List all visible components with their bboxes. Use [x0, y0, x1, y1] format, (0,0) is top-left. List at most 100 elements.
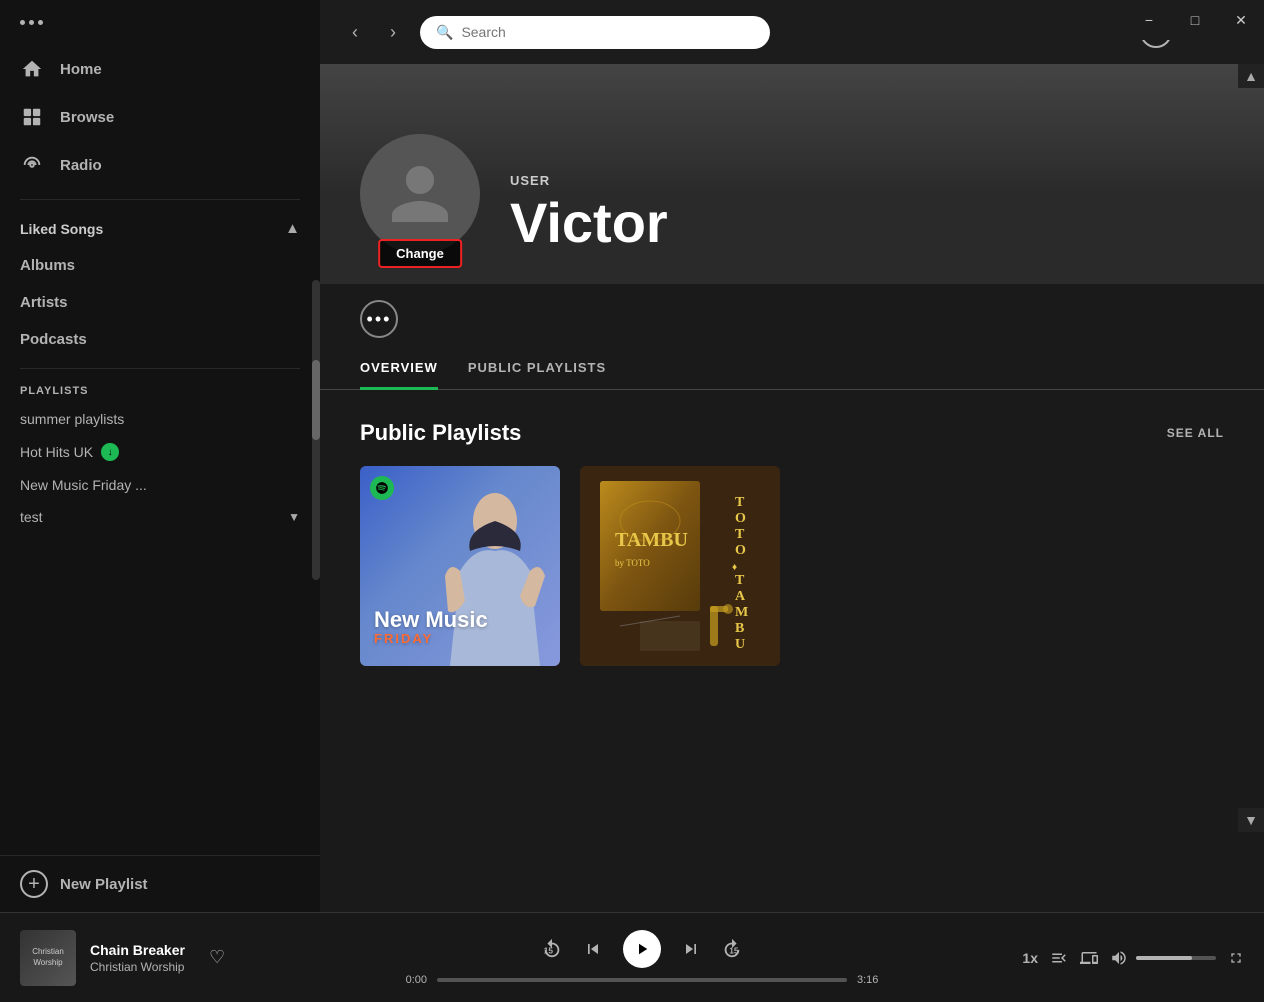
sidebar-scrollbar-thumb[interactable]	[312, 360, 320, 440]
volume-fill	[1136, 956, 1192, 960]
track-info: Chain Breaker Christian Worship	[90, 942, 185, 974]
volume-area	[1110, 949, 1216, 967]
library-section: Liked Songs ▲ Albums Artists Podcasts	[0, 200, 320, 368]
change-photo-button[interactable]: Change	[378, 239, 462, 268]
svg-text:M: M	[735, 605, 748, 620]
player-track: Christian Worship Chain Breaker Christia…	[20, 930, 300, 986]
like-button[interactable]: ♡	[209, 947, 225, 968]
sidebar: Home Browse Radio Liked Songs ▲	[0, 0, 320, 912]
scroll-down-button[interactable]: ▼	[1238, 808, 1264, 832]
liked-songs-chevron: ▲	[285, 220, 300, 237]
tabs-row: OVERVIEW PUBLIC PLAYLISTS	[320, 348, 1264, 390]
tambu-card-bg: TAMBU by TOTO T O T O ♦ T	[580, 466, 780, 666]
profile-area: Change USER Victor	[320, 64, 1264, 284]
svg-text:by TOTO: by TOTO	[615, 558, 650, 568]
search-bar[interactable]: 🔍	[420, 16, 770, 49]
scroll-up-button[interactable]: ▲	[1238, 64, 1264, 88]
tambu-bg-svg: TAMBU by TOTO T O T O ♦ T	[580, 466, 780, 666]
sidebar-item-home[interactable]: Home	[0, 45, 320, 93]
liked-songs-label: Liked Songs	[20, 221, 103, 237]
test-chevron: ▼	[288, 510, 300, 524]
svg-text:U: U	[735, 637, 745, 652]
close-button[interactable]: ✕	[1218, 0, 1264, 40]
app-container: Home Browse Radio Liked Songs ▲	[0, 0, 1264, 912]
svg-text:O: O	[735, 511, 746, 526]
playlists-label: PLAYLISTS	[0, 379, 320, 403]
artists-item[interactable]: Artists	[0, 284, 320, 321]
track-artist: Christian Worship	[90, 960, 185, 974]
search-input[interactable]	[461, 24, 754, 40]
total-time: 3:16	[857, 974, 892, 986]
section-title: Public Playlists	[360, 420, 521, 446]
playlist-card-image-new-music-friday: New Music FRIDAY	[360, 466, 560, 666]
home-icon	[20, 57, 44, 81]
svg-text:♦: ♦	[732, 562, 737, 573]
top-bar: ‹ › 🔍 Victor ▾	[320, 0, 1264, 64]
title-bar: − □ ✕	[1124, 0, 1264, 40]
new-music-text: New Music FRIDAY	[374, 608, 488, 646]
content-area: Public Playlists SEE ALL	[320, 390, 1264, 912]
svg-text:TAMBU: TAMBU	[615, 529, 688, 551]
nav-arrows: ‹ ›	[340, 17, 408, 47]
podcasts-item[interactable]: Podcasts	[0, 321, 320, 358]
nav-items: Home Browse Radio	[0, 35, 320, 199]
skip-forward-button[interactable]: 15	[721, 938, 743, 960]
skip-back-button[interactable]: 15	[541, 938, 563, 960]
player-bar: Christian Worship Chain Breaker Christia…	[0, 912, 1264, 1002]
controls-row: 15 15	[541, 930, 743, 968]
next-button[interactable]	[681, 939, 701, 959]
profile-name: Victor	[510, 192, 668, 254]
section-header: Public Playlists SEE ALL	[360, 420, 1224, 446]
playlist-item-new-music-friday[interactable]: New Music Friday ...	[0, 469, 320, 501]
download-icon: ↓	[101, 443, 119, 461]
new-music-card-bg: New Music FRIDAY	[360, 466, 560, 666]
avatar-container: Change	[360, 134, 480, 254]
tab-public-playlists[interactable]: PUBLIC PLAYLISTS	[468, 348, 606, 390]
profile-info: USER Victor	[510, 173, 668, 254]
playlist-card-new-music-friday[interactable]: New Music FRIDAY	[360, 466, 560, 666]
three-dots-menu[interactable]	[20, 20, 43, 25]
maximize-button[interactable]: □	[1172, 0, 1218, 40]
minimize-button[interactable]: −	[1126, 0, 1172, 40]
player-extra: 1x	[984, 949, 1244, 967]
sidebar-item-radio[interactable]: Radio	[0, 141, 320, 189]
playlist-card-tambu[interactable]: TAMBU by TOTO T O T O ♦ T	[580, 466, 780, 666]
previous-button[interactable]	[583, 939, 603, 959]
playlist-card-image-tambu: TAMBU by TOTO T O T O ♦ T	[580, 466, 780, 666]
sidebar-top	[0, 0, 320, 35]
current-time: 0:00	[392, 974, 427, 986]
new-playlist-button[interactable]: + New Playlist	[0, 855, 320, 912]
svg-text:T: T	[735, 495, 745, 510]
volume-bar[interactable]	[1136, 956, 1216, 960]
queue-button[interactable]	[1050, 949, 1068, 967]
volume-button[interactable]	[1110, 949, 1128, 967]
player-controls: 15 15 0:00	[300, 930, 984, 986]
options-button[interactable]: •••	[360, 300, 398, 338]
playlist-item-test[interactable]: test ▼	[0, 501, 320, 533]
forward-button[interactable]: ›	[378, 17, 408, 47]
sidebar-scrollbar[interactable]	[312, 280, 320, 580]
play-pause-button[interactable]	[623, 930, 661, 968]
progress-bar[interactable]	[437, 978, 847, 982]
tab-overview[interactable]: OVERVIEW	[360, 348, 438, 390]
options-row: •••	[320, 284, 1264, 348]
svg-text:B: B	[735, 621, 744, 636]
sidebar-item-browse[interactable]: Browse	[0, 93, 320, 141]
main-content: ‹ › 🔍 Victor ▾ Change	[320, 0, 1264, 912]
search-icon: 🔍	[436, 24, 453, 41]
liked-songs-item[interactable]: Liked Songs ▲	[0, 210, 320, 247]
playlist-item-summer[interactable]: summer playlists	[0, 403, 320, 435]
browse-icon	[20, 105, 44, 129]
svg-text:T: T	[735, 527, 745, 542]
albums-item[interactable]: Albums	[0, 247, 320, 284]
new-playlist-plus-icon: +	[20, 870, 48, 898]
spotify-logo-icon	[370, 476, 394, 500]
svg-text:T: T	[735, 573, 745, 588]
playlist-item-hot-hits[interactable]: Hot Hits UK ↓	[0, 435, 320, 469]
see-all-button[interactable]: SEE ALL	[1167, 426, 1224, 440]
radio-icon	[20, 153, 44, 177]
playlists-grid: New Music FRIDAY	[360, 466, 1224, 666]
back-button[interactable]: ‹	[340, 17, 370, 47]
devices-button[interactable]	[1080, 949, 1098, 967]
svg-text:A: A	[735, 589, 746, 604]
